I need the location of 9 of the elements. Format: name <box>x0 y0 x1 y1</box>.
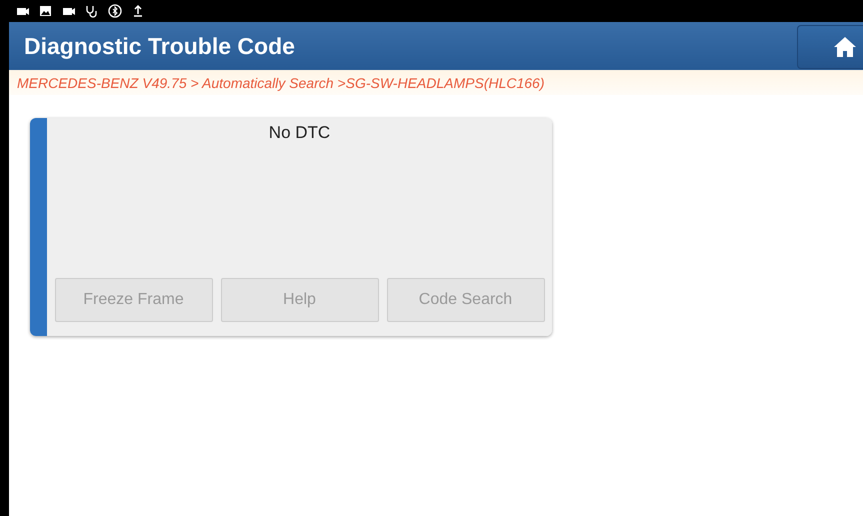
stethoscope-icon <box>85 4 99 18</box>
home-button[interactable] <box>797 25 863 69</box>
home-icon <box>833 36 857 58</box>
screen-title: Diagnostic Trouble Code <box>24 32 295 60</box>
dtc-message: No DTC <box>268 123 330 143</box>
image-icon <box>39 4 53 18</box>
upload-icon <box>131 4 145 18</box>
breadcrumb: MERCEDES-BENZ V49.75 > Automatically Search >SG-SW-HEADLAMPS(HLC166) <box>17 74 545 90</box>
bluetooth-icon <box>108 4 122 18</box>
